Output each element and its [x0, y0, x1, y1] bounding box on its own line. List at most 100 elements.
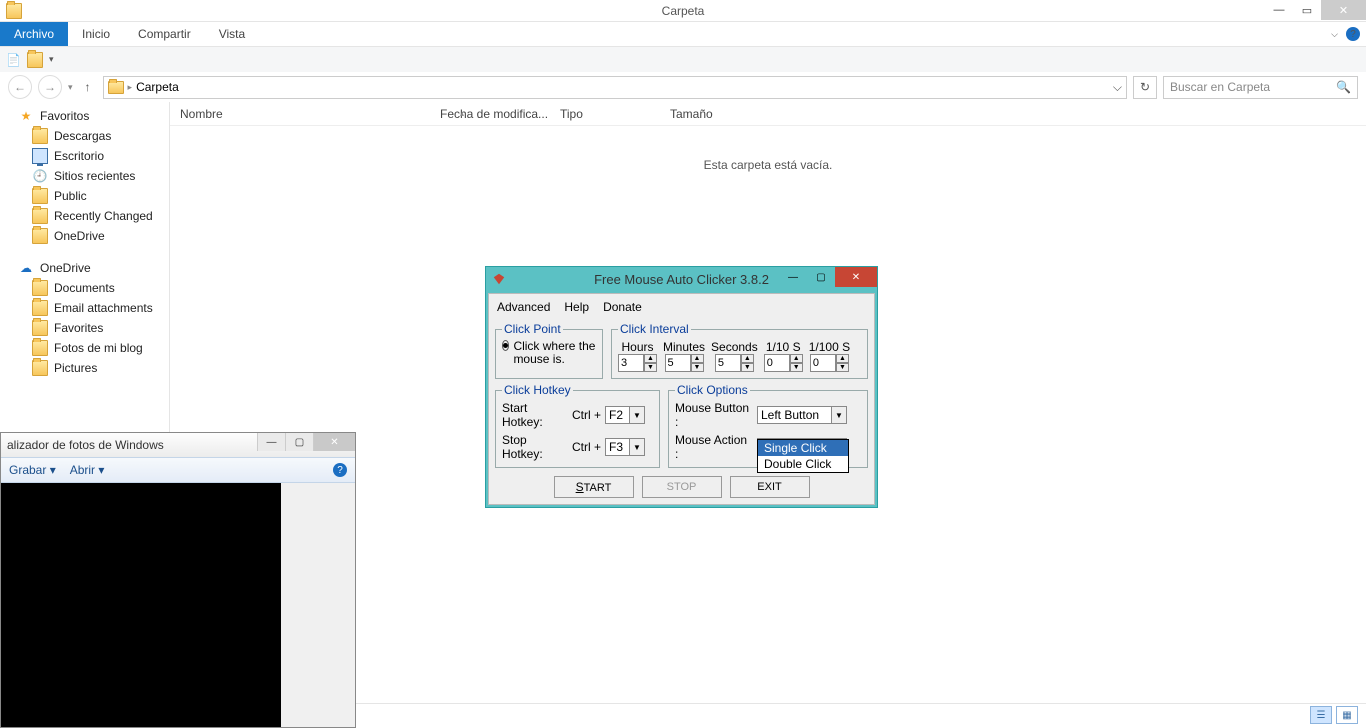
pv-titlebar[interactable]: alizador de fotos de Windows ― ▢ ✕ [1, 433, 355, 457]
group-click-point: Click Point Click where the mouse is. [495, 322, 603, 379]
star-icon: ★ [18, 108, 34, 124]
column-headers: Nombre ▴ Fecha de modifica... Tipo Tamañ… [170, 102, 1366, 126]
help-icon[interactable]: ? [1346, 27, 1360, 41]
address-bar-row: ← → ▾ ↑ ▸ Carpeta ⌵ ↻ Buscar en Carpeta … [0, 72, 1366, 102]
sidebar-favorites[interactable]: ★Favoritos [0, 106, 169, 126]
group-click-interval: Click Interval Hours▲▼ Minutes▲▼ Seconds… [611, 322, 868, 379]
recent-icon: 🕘 [32, 168, 48, 184]
refresh-button[interactable]: ↻ [1133, 76, 1157, 99]
photo-viewer-window: alizador de fotos de Windows ― ▢ ✕ Graba… [0, 432, 356, 728]
folder-icon [32, 300, 48, 316]
sidebar-item-email[interactable]: Email attachments [0, 298, 169, 318]
empty-folder-message: Esta carpeta está vacía. [170, 158, 1366, 172]
folder-icon [32, 228, 48, 244]
ac-title: Free Mouse Auto Clicker 3.8.2 [594, 272, 769, 287]
recent-dropdown-icon[interactable]: ▾ [68, 82, 73, 93]
ribbon: Archivo Inicio Compartir Vista ⌵ ? [0, 22, 1366, 47]
qat-dropdown-icon[interactable]: ▾ [49, 54, 54, 65]
pv-grabar-button[interactable]: Grabar ▾ [9, 463, 56, 477]
search-placeholder: Buscar en Carpeta [1170, 80, 1270, 94]
autoclicker-window: Free Mouse Auto Clicker 3.8.2 ― ▢ ✕ Adva… [485, 266, 878, 508]
exit-button[interactable]: EXIT [730, 476, 810, 498]
folder-icon [108, 81, 124, 94]
pv-minimize-button[interactable]: ― [257, 433, 285, 451]
properties-icon[interactable]: 📄 [6, 53, 21, 67]
stop-button[interactable]: STOP [642, 476, 722, 498]
input-minutes[interactable] [665, 354, 691, 372]
tab-archivo[interactable]: Archivo [0, 22, 68, 46]
search-icon: 🔍 [1336, 80, 1351, 94]
path-segment[interactable]: Carpeta [136, 80, 179, 94]
pv-close-button[interactable]: ✕ [313, 433, 355, 451]
ac-titlebar[interactable]: Free Mouse Auto Clicker 3.8.2 ― ▢ ✕ [486, 267, 877, 291]
sidebar-item-recientes[interactable]: 🕘Sitios recientes [0, 166, 169, 186]
folder-icon [32, 280, 48, 296]
input-seconds[interactable] [715, 354, 741, 372]
folder-icon [32, 360, 48, 376]
minimize-button[interactable]: ― [1265, 0, 1293, 20]
sidebar-item-public[interactable]: Public [0, 186, 169, 206]
tab-compartir[interactable]: Compartir [124, 22, 205, 46]
ac-maximize-button[interactable]: ▢ [807, 267, 835, 287]
group-click-options: Click Options Mouse Button : Left Button… [668, 383, 868, 468]
combo-start-hotkey[interactable]: F2▼ [605, 406, 645, 424]
sort-indicator-icon: ▴ [460, 109, 464, 118]
option-single-click[interactable]: Single Click [758, 440, 848, 456]
sidebar-item-documents[interactable]: Documents [0, 278, 169, 298]
view-details-button[interactable]: ☰ [1310, 706, 1332, 724]
pv-help-icon[interactable]: ? [333, 463, 347, 477]
col-name[interactable]: Nombre [170, 107, 430, 121]
folder-icon [32, 128, 48, 144]
menu-help[interactable]: Help [564, 300, 589, 314]
sidebar-onedrive[interactable]: ☁OneDrive [0, 258, 169, 278]
spin-up[interactable]: ▲ [644, 354, 657, 363]
search-input[interactable]: Buscar en Carpeta 🔍 [1163, 76, 1358, 99]
sidebar-item-pictures[interactable]: Pictures [0, 358, 169, 378]
view-icons-button[interactable]: ▦ [1336, 706, 1358, 724]
input-tenth[interactable] [764, 354, 790, 372]
window-title: Carpeta [662, 4, 705, 18]
option-double-click[interactable]: Double Click [758, 456, 848, 472]
tab-vista[interactable]: Vista [205, 22, 259, 46]
explorer-titlebar: Carpeta ― ▭ ✕ [0, 0, 1366, 22]
close-button[interactable]: ✕ [1321, 0, 1366, 20]
group-click-hotkey: Click Hotkey Start Hotkey: Ctrl + F2▼ St… [495, 383, 660, 468]
folder-icon [32, 340, 48, 356]
combo-stop-hotkey[interactable]: F3▼ [605, 438, 645, 456]
sidebar-item-onedrive-link[interactable]: OneDrive [0, 226, 169, 246]
radio-where-mouse[interactable] [502, 340, 509, 351]
cloud-icon: ☁ [18, 260, 34, 276]
up-button[interactable]: ↑ [79, 80, 97, 94]
sidebar-item-fotos[interactable]: Fotos de mi blog [0, 338, 169, 358]
ribbon-collapse-icon[interactable]: ⌵ [1331, 29, 1338, 40]
address-bar[interactable]: ▸ Carpeta ⌵ [103, 76, 1127, 99]
maximize-button[interactable]: ▭ [1293, 0, 1321, 20]
input-hund[interactable] [810, 354, 836, 372]
col-size[interactable]: Tamaño [660, 107, 713, 121]
sidebar-item-recently-changed[interactable]: Recently Changed [0, 206, 169, 226]
col-date[interactable]: Fecha de modifica... [430, 107, 550, 121]
folder-icon [32, 320, 48, 336]
sidebar-item-escritorio[interactable]: Escritorio [0, 146, 169, 166]
sidebar-item-favorites[interactable]: Favorites [0, 318, 169, 338]
ac-close-button[interactable]: ✕ [835, 267, 877, 287]
folder-icon [6, 3, 22, 19]
pv-abrir-button[interactable]: Abrir ▾ [70, 463, 105, 477]
col-type[interactable]: Tipo [550, 107, 660, 121]
pv-title-text: alizador de fotos de Windows [7, 438, 164, 452]
ac-minimize-button[interactable]: ― [779, 267, 807, 287]
input-hours[interactable] [618, 354, 644, 372]
tab-inicio[interactable]: Inicio [68, 22, 124, 46]
start-button[interactable]: SSTARTTART [554, 476, 634, 498]
forward-button[interactable]: → [38, 75, 62, 99]
menu-advanced[interactable]: Advanced [497, 300, 550, 314]
folder-icon[interactable] [27, 52, 43, 68]
menu-donate[interactable]: Donate [603, 300, 642, 314]
back-button[interactable]: ← [8, 75, 32, 99]
path-dropdown-icon[interactable]: ⌵ [1113, 80, 1122, 95]
sidebar-item-descargas[interactable]: Descargas [0, 126, 169, 146]
spin-down[interactable]: ▼ [644, 363, 657, 372]
combo-mouse-button[interactable]: Left Button▼ [757, 406, 847, 424]
pv-image [1, 483, 281, 727]
pv-maximize-button[interactable]: ▢ [285, 433, 313, 451]
